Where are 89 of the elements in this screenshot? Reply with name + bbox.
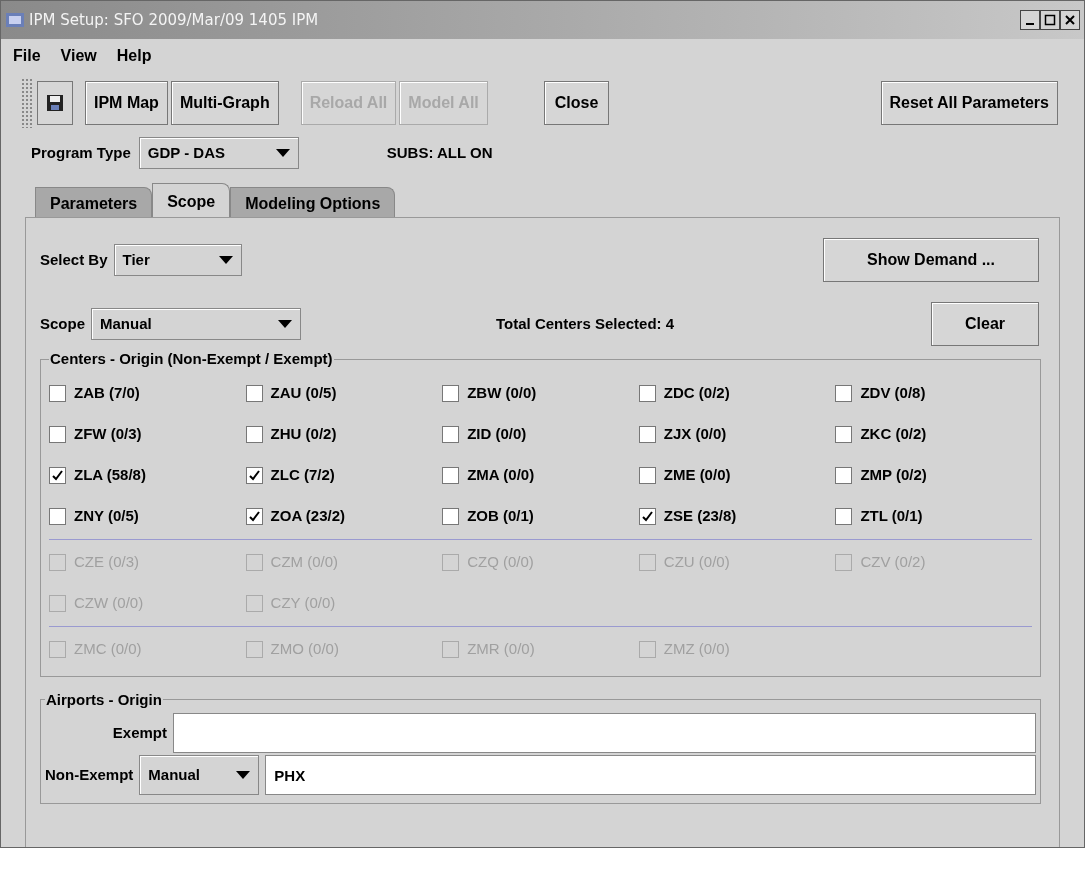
checkbox[interactable] [245, 466, 263, 484]
checkmark-icon [641, 510, 653, 522]
toolbar-button[interactable]: Clear [931, 302, 1039, 346]
save-button[interactable] [37, 81, 73, 125]
exempt-label: Exempt [111, 722, 167, 743]
center-label: ZTL (0/1) [860, 505, 923, 526]
group-title: Airports - Origin [45, 689, 163, 710]
checkbox[interactable] [638, 466, 656, 484]
non-exempt-field[interactable]: PHX [265, 755, 1036, 795]
maximize-button[interactable] [1040, 10, 1060, 30]
menu-item[interactable]: File [13, 44, 41, 68]
toolbar-button[interactable]: Show Demand ... [823, 238, 1039, 282]
dropdown[interactable]: Manual [91, 308, 301, 340]
center-label: ZMP (0/2) [860, 464, 927, 485]
center-label: ZKC (0/2) [860, 423, 927, 444]
group-title: Centers - Origin (Non-Exempt / Exempt) [49, 349, 334, 369]
non-exempt-label: Non-Exempt [45, 764, 134, 785]
caret-icon [218, 256, 233, 264]
checkbox[interactable] [638, 425, 656, 443]
maximize-icon [1044, 14, 1056, 26]
center-label: ZLA (58/8) [74, 464, 146, 485]
center-label: ZJX (0/0) [663, 423, 727, 444]
center-label: ZBW (0/0) [467, 382, 537, 403]
tab[interactable]: Scope [152, 183, 231, 217]
toolbar-button[interactable]: Reset All Parameters [880, 81, 1058, 125]
menu-item[interactable]: Help [116, 44, 152, 68]
center-label: ZDC (0/2) [663, 382, 730, 403]
center-label: ZFW (0/3) [74, 423, 142, 444]
center-label: ZLC (7/2) [270, 464, 335, 485]
checkmark-icon [52, 469, 63, 481]
dropdown-value: Manual [100, 313, 152, 334]
total-centers-selected: Total Centers Selected: 4 [496, 313, 675, 334]
checkbox[interactable] [638, 384, 656, 402]
center-label: ZAB (7/0) [74, 382, 140, 403]
checkbox[interactable] [49, 384, 66, 402]
select-by-label: Select By [40, 249, 108, 270]
scope-label: Scope [40, 313, 85, 334]
center-label: ZOA (23/2) [270, 505, 346, 526]
checkbox[interactable] [245, 425, 263, 443]
app-icon [5, 11, 25, 29]
dropdown[interactable]: GDP - DAS [138, 137, 299, 169]
caret-icon [236, 771, 251, 779]
minimize-button[interactable] [1020, 10, 1040, 30]
checkbox[interactable] [835, 466, 853, 484]
center-label: ZHU (0/2) [270, 423, 337, 444]
window-title: IPM Setup: SFO 2009/Mar/09 1405 IPM [29, 9, 319, 31]
checkbox[interactable] [245, 507, 263, 525]
toolbar-button[interactable]: Multi-Graph [170, 81, 279, 125]
program-type-label: Program Type [31, 142, 131, 163]
checkbox[interactable] [245, 384, 263, 402]
checkbox[interactable] [835, 384, 853, 402]
exempt-field[interactable] [173, 713, 1036, 753]
dropdown-value: Tier [122, 249, 150, 270]
center-label: ZOB (0/1) [467, 505, 534, 526]
checkbox[interactable] [49, 466, 66, 484]
close-button[interactable] [1060, 10, 1080, 30]
caret-icon [275, 149, 290, 157]
center-label: ZMA (0/0) [467, 464, 535, 485]
minimize-icon [1026, 22, 1034, 25]
tab[interactable]: Modeling Options [230, 187, 396, 217]
toolbar-button[interactable]: Close [543, 81, 610, 125]
dropdown-value: GDP - DAS [147, 142, 225, 163]
checkbox[interactable] [442, 425, 460, 443]
checkbox[interactable] [835, 507, 853, 525]
checkbox[interactable] [638, 507, 656, 525]
dropdown-value: Manual [148, 764, 201, 785]
checkbox[interactable] [835, 425, 853, 443]
center-label: ZME (0/0) [663, 464, 731, 485]
toolbar-grip [21, 78, 33, 128]
center-label: ZDV (0/8) [860, 382, 926, 403]
checkbox[interactable] [442, 507, 460, 525]
dropdown[interactable]: Manual [139, 755, 260, 795]
checkbox[interactable] [442, 384, 460, 402]
menu-item[interactable]: View [60, 44, 97, 68]
toolbar-button[interactable]: IPM Map [85, 81, 168, 125]
checkmark-icon [248, 469, 260, 481]
center-label: ZID (0/0) [467, 423, 527, 444]
dropdown[interactable]: Tier [113, 244, 242, 276]
caret-icon [278, 320, 292, 328]
center-label: ZNY (0/5) [74, 505, 139, 526]
checkbox[interactable] [442, 466, 460, 484]
tab[interactable]: Parameters [35, 187, 153, 217]
checkmark-icon [248, 510, 260, 522]
center-label: ZSE (23/8) [663, 505, 737, 526]
checkbox[interactable] [49, 507, 66, 525]
center-label: ZAU (0/5) [270, 382, 337, 403]
close-icon [1064, 14, 1076, 26]
subs-status: SUBS: ALL ON [386, 142, 493, 163]
checkbox[interactable] [49, 425, 66, 443]
